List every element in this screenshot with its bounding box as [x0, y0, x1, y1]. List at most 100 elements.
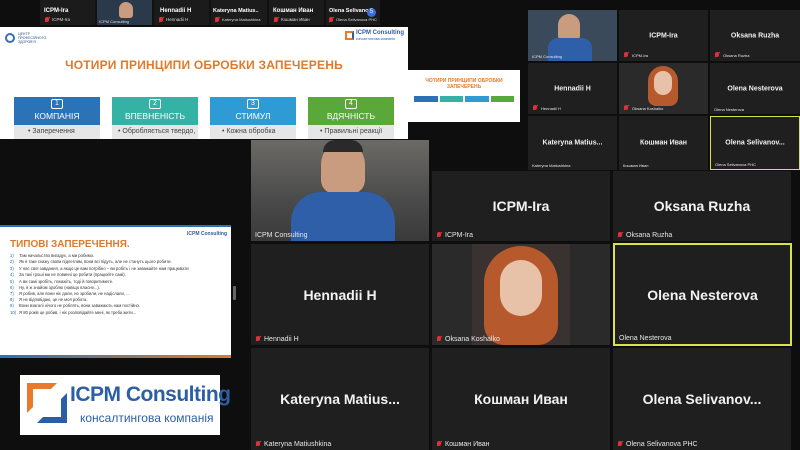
brand-subtitle: консалтингова компанія [356, 37, 395, 41]
card-bullet: Заперечення [32, 128, 75, 135]
principle-card: 1 КОМПАНІЯ • Заперечення [14, 97, 100, 139]
objection-list: 1) Там начальство вигадує, а ми робимо. 2… [10, 253, 225, 316]
shared-slide-list: ICPM Consulting ТИПОВІ ЗАПЕРЕЧЕННЯ. 1) Та… [0, 225, 231, 358]
participant-caption: ICPM Consulting [99, 19, 130, 24]
org-logo-text: ЦЕНТР ПРОФЕСІЙНОГО ЗДОРОВ'Я [18, 32, 47, 44]
gallery-tile-video[interactable]: ICPM Consulting [251, 140, 429, 241]
participant-name: Olena Nesterova [727, 85, 783, 92]
mic-muted-icon [617, 232, 623, 239]
mic-muted-icon [328, 17, 334, 24]
participant-caption: Oksana Ruzha [723, 53, 750, 58]
principle-card: 4 ВДЯЧНІСТЬ • Правильні реакції [308, 97, 394, 139]
brand-name: ICPM Consulting [187, 231, 227, 237]
main-gallery: ICPM Consulting ICPM-Ira ICPM-Ira Oksana… [251, 140, 800, 450]
top-tile[interactable]: Kateryna Matius.. Kateryna Matiushkina [211, 0, 267, 25]
participant-name: Hennadii H [160, 8, 192, 14]
participant-caption: Hennadii H [166, 17, 189, 22]
splitter-handle[interactable] [233, 286, 236, 300]
participant-caption: Kateryna Matiushkina [264, 441, 332, 448]
video-person-hair [323, 140, 363, 152]
page-badge[interactable]: 5 [367, 8, 376, 17]
brand-logo-icon [345, 31, 354, 40]
gallery-tile[interactable]: Hennadii H Hennadii H [528, 63, 617, 114]
gallery-tile[interactable]: Hennadii H Hennadii H [251, 244, 429, 345]
mic-muted-icon [436, 441, 442, 448]
mic-muted-icon [714, 52, 720, 59]
gallery-tile[interactable]: Кошман Иван Кошман Иван [432, 348, 610, 450]
participant-caption: ICPM-Ira [445, 232, 473, 239]
participant-caption: Кошман Иван [281, 17, 310, 22]
card-label: ВДЯЧНІСТЬ [326, 111, 376, 121]
shared-slide-thumbnail[interactable]: ЧОТИРИ ПРИНЦИПИ ОБРОБКИ ЗАПЕЧЕРЕНЬ [408, 70, 520, 122]
gallery-tile[interactable]: Olena Nesterova Olena Nesterova [710, 63, 800, 114]
participant-caption: Kateryna Matiushkina [222, 17, 261, 22]
participant-caption: Oksana Ruzha [626, 232, 673, 239]
mic-muted-icon [532, 105, 538, 112]
slide-title: ТИПОВІ ЗАПЕРЕЧЕННЯ. [10, 239, 130, 250]
shared-slide-main: ЦЕНТР ПРОФЕСІЙНОГО ЗДОРОВ'Я ICPM Consult… [0, 27, 408, 139]
mic-muted-icon [44, 17, 50, 24]
participant-caption: Hennadii H [541, 106, 561, 111]
icpm-logo-panel: ICPM Consulting консалтингова компанія [20, 375, 231, 435]
icpm-logo-subtitle: консалтингова компанія [80, 411, 214, 425]
top-tile[interactable]: ICPM-Ira ICPM-Ira [40, 0, 95, 25]
card-number: 2 [149, 99, 161, 109]
card-label: КОМПАНІЯ [34, 111, 80, 121]
top-tile-video[interactable]: ICPM Consulting [97, 0, 152, 25]
org-logo-icon [5, 33, 15, 43]
mic-muted-icon [617, 441, 623, 448]
mic-muted-icon [623, 105, 629, 112]
participant-name: Hennadii H [303, 286, 377, 303]
participant-name: Kateryna Matius... [280, 391, 400, 407]
participant-name: ICPM-Ira [44, 8, 69, 14]
participant-name: Hennadii H [554, 85, 591, 92]
participant-name: ICPM-Ira [649, 32, 678, 39]
brand-name: ICPM Consulting [356, 30, 404, 36]
participant-caption: Oksana Koshalko [632, 106, 664, 111]
mic-muted-icon [158, 17, 164, 24]
card-number: 1 [51, 99, 63, 109]
participant-name: Oksana Ruzha [730, 32, 780, 39]
gallery-tile[interactable]: Olena Selivanov... Olena Selivanova PHC [613, 348, 791, 450]
card-bullet: Обробляється твердо, [122, 128, 196, 135]
gallery-tile-active[interactable]: Olena Nesterova Olena Nesterova [613, 243, 792, 346]
gallery-tile-video[interactable]: ICPM Consulting [528, 10, 617, 61]
video-person [654, 71, 672, 95]
thumb-card-strip [414, 96, 514, 102]
brand-logo: ICPM Consulting консалтингова компанія [345, 30, 405, 44]
card-bullet: Правильні реакції [324, 128, 383, 135]
participant-caption: Oksana Koshalko [445, 336, 500, 343]
list-item: 3) У нас свої завдання, а якщо це вам пот… [10, 266, 189, 272]
participant-name: Kateryna Matius.. [213, 8, 259, 14]
principle-card: 2 ВПЕВНЕНІСТЬ • Обробляється твердо, [112, 97, 198, 139]
top-tile[interactable]: Hennadii H Hennadii H [154, 0, 209, 25]
participant-name: Olena Selivanov... [642, 391, 762, 407]
gallery-tile[interactable]: Kateryna Matius... Kateryna Matiushkina [251, 348, 429, 450]
mic-muted-icon [436, 232, 442, 239]
list-item: 2) Як я таке скажу своїм підлеглим, вони … [10, 259, 172, 265]
participant-caption: ICPM-Ira [632, 53, 648, 58]
gallery-tile[interactable]: Oksana Ruzha Oksana Ruzha [613, 171, 791, 241]
participant-caption: Olena Selivanova PHC [336, 17, 377, 22]
gallery-tile[interactable]: Oksana Ruzha Oksana Ruzha [710, 10, 800, 61]
top-tile[interactable]: Кошман Иван Кошман Иван [269, 0, 324, 25]
participant-name: ICPM-Ira [492, 198, 550, 214]
gallery-tile[interactable]: ICPM-Ira ICPM-Ira [432, 171, 610, 241]
video-person [558, 14, 580, 40]
icpm-logo-brand: ICPM Consulting [70, 383, 231, 406]
card-number: 3 [247, 99, 259, 109]
gallery-tile[interactable]: ICPM-Ira ICPM-Ira [619, 10, 708, 61]
list-item: 10) Я 80 років це робив, і ніє розповідай… [10, 309, 137, 315]
mic-muted-icon [255, 336, 261, 343]
participant-name: Кошман Иван [474, 391, 568, 407]
gallery-tile-video[interactable]: Oksana Koshalko [619, 63, 708, 114]
gallery-tile-video[interactable]: Oksana Koshalko [432, 244, 610, 345]
participant-caption: Olena Selivanova PHC [626, 441, 698, 448]
thumb-title: ЧОТИРИ ПРИНЦИПИ ОБРОБКИ ЗАПЕЧЕРЕНЬ [425, 78, 503, 90]
participant-caption: Hennadii H [264, 336, 299, 343]
participant-name: Olena Nesterova [647, 286, 758, 303]
video-person [500, 260, 542, 316]
slide-title: ЧОТИРИ ПРИНЦИПИ ОБРОБКИ ЗАПЕЧЕРЕНЬ [65, 58, 343, 72]
slide-footer-bar [0, 355, 231, 358]
mic-muted-icon [255, 441, 261, 448]
